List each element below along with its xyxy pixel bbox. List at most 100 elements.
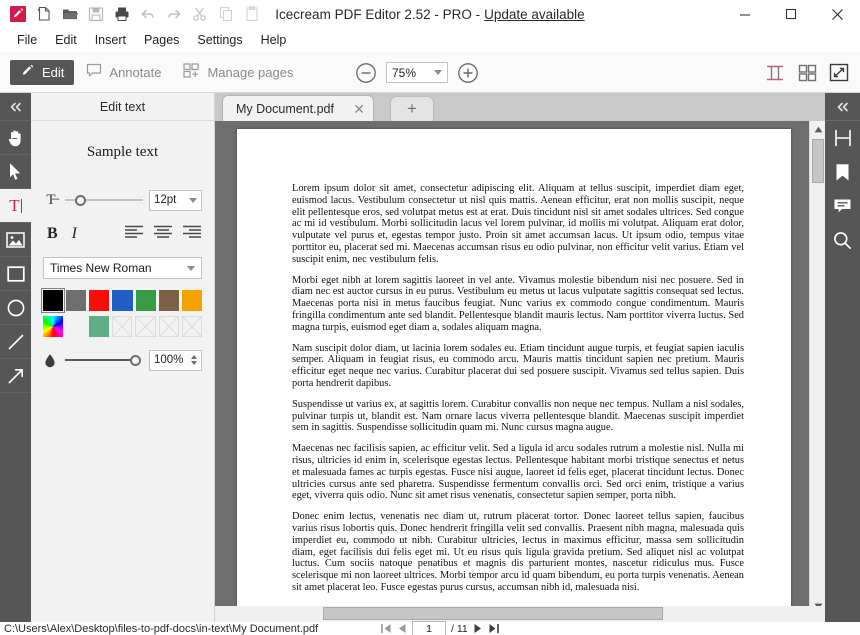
color-swatch-blue[interactable] [112, 290, 133, 311]
font-size-select[interactable]: 12pt [149, 189, 202, 211]
paragraph[interactable]: Nam suscipit dolor diam, ut lacinia lore… [292, 343, 744, 390]
pages-grid-icon [183, 62, 200, 82]
minimize-button[interactable] [722, 0, 768, 28]
opacity-stepper[interactable]: 100% [149, 349, 202, 371]
zoom-out-button[interactable] [355, 62, 377, 84]
paste-icon[interactable] [240, 2, 264, 26]
hand-tool-icon[interactable] [0, 121, 31, 155]
color-swatch-empty-4[interactable] [181, 316, 203, 337]
ellipse-tool-icon[interactable] [0, 291, 31, 325]
color-swatch-green[interactable] [135, 290, 156, 311]
color-swatch-empty-3[interactable] [158, 316, 179, 337]
search-icon[interactable] [825, 223, 860, 257]
paragraph[interactable]: Suspendisse ut varius ex, at sagittis lo… [292, 399, 744, 434]
mode-manage-pages-button[interactable]: Manage pages [173, 60, 303, 85]
tab-my-document[interactable]: My Document.pdf ✕ [223, 96, 373, 121]
open-folder-icon[interactable] [58, 2, 82, 26]
copy-icon[interactable] [214, 2, 238, 26]
color-picker-button[interactable] [43, 316, 64, 337]
slider-knob[interactable] [130, 354, 141, 366]
color-swatch-gray[interactable] [66, 290, 87, 311]
page-layout-icon[interactable] [825, 121, 860, 155]
pdf-page[interactable]: Lorem ipsum dolor sit amet, consectetur … [237, 129, 791, 614]
mode-edit-button[interactable]: Edit [10, 59, 75, 85]
text-tool-icon[interactable]: T [0, 189, 31, 223]
title-bar: Icecream PDF Editor 2.52 - PRO - Update … [0, 0, 860, 28]
bookmark-icon[interactable] [825, 155, 860, 189]
print-icon[interactable] [110, 2, 134, 26]
opacity-row: 100% [31, 343, 214, 377]
spinner-arrows-icon[interactable] [191, 355, 197, 365]
horizontal-scroll-thumb[interactable] [323, 607, 663, 620]
select-arrow-icon[interactable] [0, 155, 31, 189]
document-viewport[interactable]: Lorem ipsum dolor sit amet, consectetur … [215, 121, 825, 614]
edit-text-panel: Edit text Sample text T̶ 12pt B I Times … [31, 93, 215, 635]
zoom-level-select[interactable]: 75% [386, 62, 448, 83]
new-tab-button[interactable]: + [391, 97, 433, 121]
new-file-icon[interactable] [32, 2, 56, 26]
menu-item-settings[interactable]: Settings [188, 31, 251, 50]
menu-item-help[interactable]: Help [252, 31, 296, 50]
paragraph[interactable]: Morbi eget nibh at lorem sagittis laoree… [292, 275, 744, 334]
zoom-controls: 75% [355, 52, 479, 93]
paragraph[interactable]: Lorem ipsum dolor sit amet, consectetur … [292, 183, 744, 266]
color-swatch-empty-1[interactable] [112, 316, 133, 337]
color-swatch-brown[interactable] [158, 290, 179, 311]
menu-item-edit[interactable]: Edit [46, 31, 86, 50]
color-swatch-empty-2[interactable] [135, 316, 156, 337]
opacity-value: 100% [154, 354, 184, 366]
pencil-icon [20, 63, 35, 81]
line-tool-icon[interactable] [0, 325, 31, 359]
opacity-slider[interactable] [65, 353, 141, 367]
first-page-icon[interactable] [380, 623, 392, 634]
cut-icon[interactable] [188, 2, 212, 26]
menu-item-pages[interactable]: Pages [135, 31, 188, 50]
save-icon[interactable] [84, 2, 108, 26]
current-page-input[interactable]: 1 [412, 621, 446, 635]
redo-icon[interactable] [162, 2, 186, 26]
tab-close-icon[interactable]: ✕ [353, 102, 365, 116]
vertical-scroll-thumb[interactable] [812, 139, 824, 183]
arrow-tool-icon[interactable] [0, 359, 31, 393]
view-mode-buttons [764, 52, 850, 93]
scroll-up-arrow-icon[interactable] [810, 121, 825, 137]
close-button[interactable] [814, 0, 860, 28]
font-family-select[interactable]: Times New Roman [43, 257, 202, 279]
vertical-scrollbar[interactable] [809, 121, 825, 614]
single-page-view-icon[interactable] [764, 62, 786, 84]
edit-pen-icon[interactable] [6, 2, 30, 26]
last-page-icon[interactable] [488, 623, 500, 634]
rectangle-tool-icon[interactable] [0, 257, 31, 291]
image-tool-icon[interactable] [0, 223, 31, 257]
maximize-button[interactable] [768, 0, 814, 28]
color-swatch-red[interactable] [89, 290, 110, 311]
slider-knob[interactable] [75, 194, 86, 206]
fullscreen-icon[interactable] [828, 62, 850, 84]
collapse-right-panel-icon[interactable] [825, 93, 860, 121]
menu-item-insert[interactable]: Insert [86, 31, 135, 50]
update-available-link[interactable]: Update available [484, 7, 585, 22]
bold-button[interactable]: B [47, 225, 58, 243]
comments-icon[interactable] [825, 189, 860, 223]
color-swatch-black[interactable] [40, 288, 66, 313]
align-left-icon[interactable] [124, 225, 144, 244]
paragraph[interactable]: Maecenas nec facilisis sapien, ac effici… [292, 443, 744, 502]
horizontal-scrollbar[interactable] [215, 606, 825, 622]
paragraph[interactable]: Donec enim lectus, venenatis nec diam ut… [292, 511, 744, 594]
font-size-slider[interactable] [65, 193, 143, 207]
italic-button[interactable]: I [72, 225, 77, 243]
zoom-in-button[interactable] [457, 62, 479, 84]
chevron-down-icon [434, 70, 442, 75]
collapse-left-panel-icon[interactable] [0, 93, 31, 121]
align-right-icon[interactable] [182, 225, 202, 244]
undo-icon[interactable] [136, 2, 160, 26]
color-swatch-orange[interactable] [181, 290, 202, 311]
next-page-icon[interactable] [473, 623, 483, 634]
mode-annotate-button[interactable]: Annotate [76, 60, 171, 85]
menu-item-file[interactable]: File [8, 31, 46, 50]
color-swatch-custom-teal[interactable] [89, 316, 110, 337]
grid-view-icon[interactable] [796, 62, 818, 84]
sample-text-preview: Sample text [86, 143, 159, 160]
previous-page-icon[interactable] [397, 623, 407, 634]
align-center-icon[interactable] [153, 225, 173, 244]
